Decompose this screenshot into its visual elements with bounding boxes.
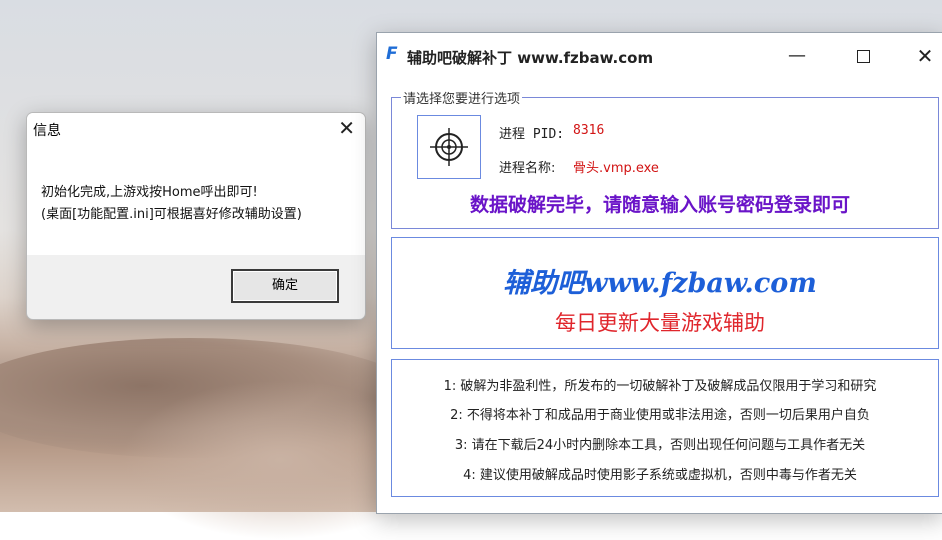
banner-slogan: 每日更新大量游戏辅助: [555, 311, 765, 335]
dialog-message-line-1: 初始化完成,上游戏按Home呼出即可!: [41, 185, 258, 200]
dialog-message-line-2: (桌面[功能配置.ini]可根据喜好修改辅助设置): [41, 207, 302, 222]
process-picker[interactable]: [417, 115, 481, 179]
app-logo-icon: F: [386, 44, 398, 64]
dialog-body: 初始化完成,上游戏按Home呼出即可! (桌面[功能配置.ini]可根据喜好修改…: [27, 145, 365, 255]
disclaimer-line: 2: 不得将本补丁和成品用于商业使用或非法用途，否则一切后果用户自负: [450, 408, 870, 423]
process-name-label: 进程名称:: [499, 161, 556, 176]
dialog-title: 信息: [33, 123, 61, 139]
dialog-titlebar[interactable]: 信息 ✕: [27, 113, 365, 145]
banner-site-name: 辅助吧www.fzbaw.com: [503, 268, 817, 299]
pid-label: 进程 PID:: [499, 127, 565, 142]
crosshair-icon: [430, 128, 468, 166]
close-icon[interactable]: ✕: [905, 42, 942, 70]
info-dialog: 信息 ✕ 初始化完成,上游戏按Home呼出即可! (桌面[功能配置.ini]可根…: [26, 112, 366, 320]
window-title: 辅助吧破解补丁 www.fzbaw.com: [407, 49, 654, 67]
close-icon[interactable]: ✕: [338, 116, 355, 140]
window-titlebar[interactable]: F 辅助吧破解补丁 www.fzbaw.com — ✕: [377, 33, 942, 79]
groupbox-label: 请选择您要进行选项: [401, 88, 523, 107]
maximize-icon[interactable]: [843, 42, 883, 70]
crack-patch-window: F 辅助吧破解补丁 www.fzbaw.com — ✕ 请选择您要进行选项 进程…: [376, 32, 942, 514]
ok-button[interactable]: 确定: [231, 269, 339, 303]
pid-value: 8316: [573, 123, 605, 138]
minimize-icon[interactable]: —: [777, 42, 817, 70]
disclaimer-line: 4: 建议使用破解成品时使用影子系统或虚拟机，否则中毒与作者无关: [463, 468, 857, 483]
status-message: 数据破解完毕，请随意输入账号密码登录即可: [469, 194, 850, 216]
process-name-value: 骨头.vmp.exe: [573, 161, 659, 176]
disclaimer-line: 3: 请在下载后24小时内删除本工具，否则出现任何问题与工具作者无关: [454, 438, 866, 453]
disclaimer-line: 1: 破解为非盈利性，所发布的一切破解补丁及破解成品仅限用于学习和研究: [443, 379, 877, 394]
